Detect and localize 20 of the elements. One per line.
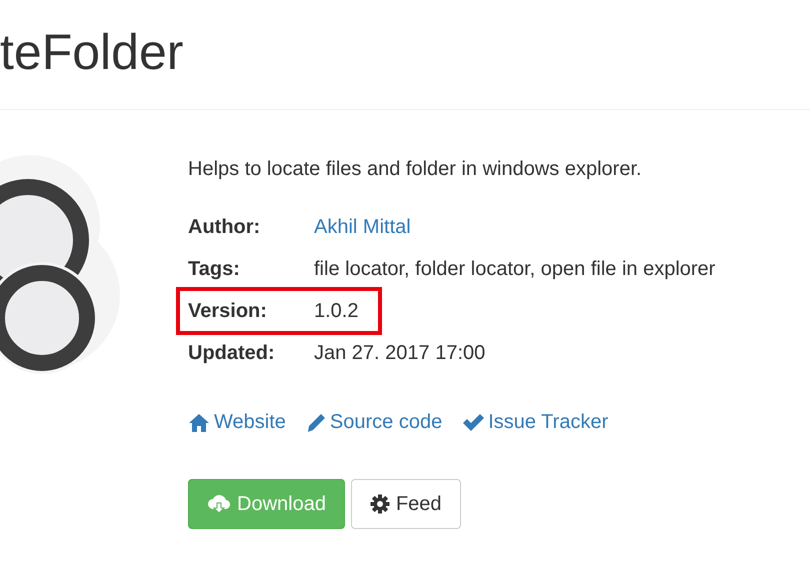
description: Helps to locate files and folder in windows explorer. (188, 157, 643, 181)
detail-value: 1.0.2 (314, 300, 358, 322)
pencil-link[interactable]: Source code (306, 411, 442, 434)
detail-label: Author: (188, 216, 262, 238)
detail-value: file locator, folder locator, open file in explorer (314, 258, 716, 280)
detail-label: Updated: (188, 342, 276, 364)
gear-icon (370, 494, 390, 514)
detail-label: Tags: (188, 258, 241, 280)
detail-value: Jan 27. 2017 17:00 (314, 342, 486, 364)
feed-button[interactable]: Feed (350, 479, 461, 529)
home-link[interactable]: Website (188, 411, 286, 434)
cloud-download-icon (207, 494, 231, 514)
check-icon (462, 414, 484, 432)
download-button[interactable]: Download (188, 479, 345, 529)
pencil-icon (306, 412, 326, 432)
author-link[interactable]: Akhil Mittal (314, 216, 411, 238)
check-link[interactable]: Issue Tracker (462, 411, 608, 434)
page-title: teFolder (0, 26, 184, 76)
home-icon (188, 412, 210, 432)
detail-label: Version: (188, 300, 268, 322)
